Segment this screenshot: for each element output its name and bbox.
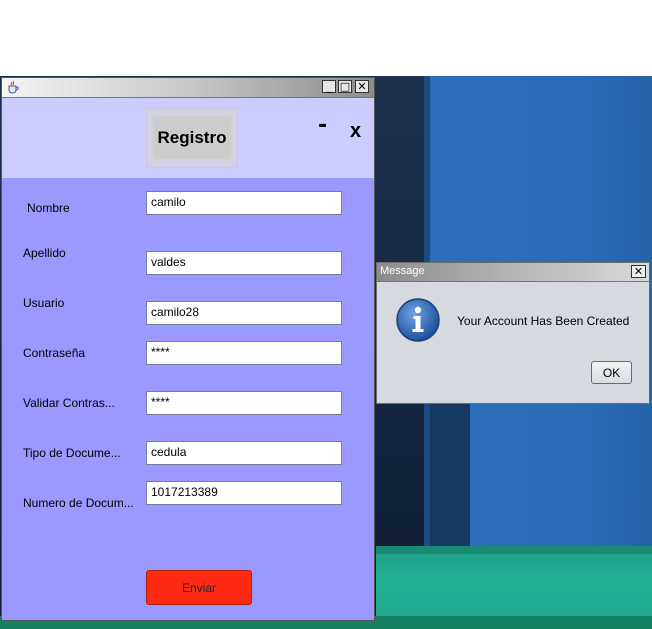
dialog-close-button[interactable]: ✕ <box>631 265 646 278</box>
validar-contrasena-field[interactable]: **** <box>146 391 342 415</box>
apellido-label: Apellido <box>23 246 66 260</box>
numero-documento-label: Numero de Docum... <box>23 496 134 510</box>
dialog-title: Message <box>380 265 425 277</box>
enviar-button[interactable]: Enviar <box>146 570 252 605</box>
info-icon <box>396 298 440 342</box>
numero-documento-field[interactable]: 1017213389 <box>146 481 342 505</box>
contrasena-field[interactable]: **** <box>146 341 342 365</box>
contrasena-label: Contraseña <box>23 346 86 360</box>
header-close-button[interactable]: x <box>350 121 361 141</box>
tipo-documento-field[interactable]: cedula <box>146 441 342 465</box>
background-floor-edge <box>376 546 652 554</box>
java-cup-icon <box>8 80 19 94</box>
header-minimize-button[interactable]: - <box>318 115 327 137</box>
tipo-documento-label: Tipo de Docume... <box>23 446 121 460</box>
form-header: Registro - x <box>2 98 374 178</box>
apellido-field[interactable]: valdes <box>146 251 342 275</box>
usuario-label: Usuario <box>23 296 65 310</box>
page-title: Registro <box>157 127 227 147</box>
nombre-field[interactable]: camilo <box>146 191 342 215</box>
window-titlebar[interactable]: _ □ ✕ <box>2 78 374 98</box>
window-close-button[interactable]: ✕ <box>355 80 369 93</box>
window-minimize-button[interactable]: _ <box>322 80 336 93</box>
dialog-titlebar[interactable]: Message ✕ <box>377 263 649 282</box>
dialog-message: Your Account Has Been Created <box>457 314 630 328</box>
validar-contrasena-label: Validar Contras... <box>23 396 115 410</box>
title-box: Registro <box>146 107 238 168</box>
nombre-label: Nombre <box>27 201 70 215</box>
registration-window: _ □ ✕ Registro - x Nombre Apellido Usuar… <box>1 77 375 621</box>
window-maximize-button[interactable]: □ <box>338 80 352 93</box>
message-dialog: Message ✕ Your Account Has Been Created … <box>376 262 650 404</box>
ok-button[interactable]: OK <box>591 361 632 384</box>
usuario-field[interactable]: camilo28 <box>146 301 342 325</box>
